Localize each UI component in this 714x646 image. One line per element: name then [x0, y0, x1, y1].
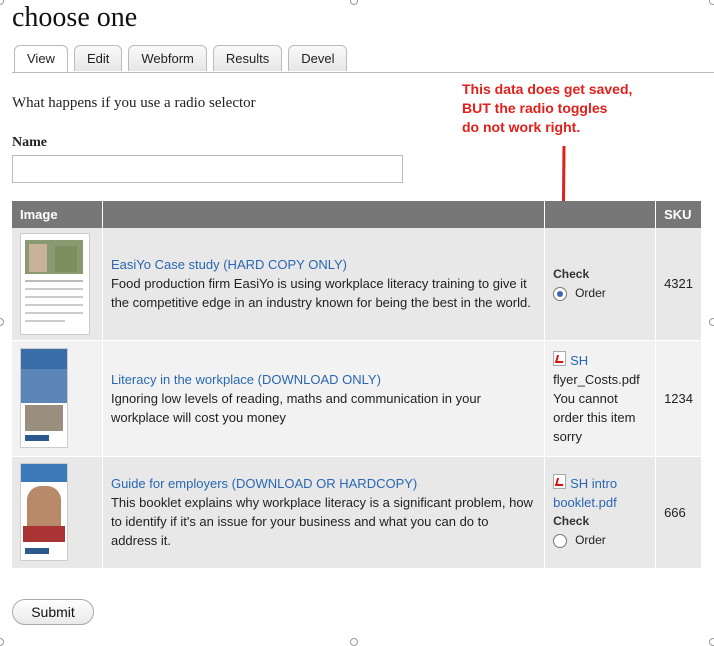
- column-header-image: Image: [12, 201, 103, 228]
- order-option[interactable]: Order: [553, 531, 647, 550]
- order-unavailable-note: You cannot order this item sorry: [553, 390, 636, 444]
- column-header-sku: SKU: [655, 201, 702, 228]
- image-cell: [12, 456, 103, 569]
- resize-handle-top-middle: [350, 0, 358, 5]
- file-link[interactable]: SH: [553, 350, 647, 370]
- file-link-text-1[interactable]: SH: [570, 353, 588, 368]
- table-row: EasiYo Case study (HARD COPY ONLY) Food …: [12, 228, 702, 341]
- submit-button[interactable]: Submit: [12, 599, 94, 625]
- image-cell: [12, 340, 103, 457]
- pdf-icon: [553, 350, 567, 366]
- product-thumbnail: [20, 232, 90, 335]
- resize-handle-bottom-right: [709, 638, 714, 646]
- pdf-icon: [553, 474, 567, 489]
- annotation-note: This data does get saved, BUT the radio …: [462, 80, 632, 137]
- product-title-link[interactable]: EasiYo Case study (HARD COPY ONLY): [111, 255, 536, 274]
- file-link[interactable]: SH intro: [553, 474, 647, 493]
- annotation-line: do not work right.: [462, 119, 581, 135]
- product-thumbnail: [20, 463, 68, 561]
- order-radio[interactable]: [553, 533, 568, 548]
- sku-cell: 666: [655, 456, 702, 569]
- product-description: Food production firm EasiYo is using wor…: [110, 276, 531, 311]
- options-cell: SH intro booklet.pdf Check Order: [544, 456, 657, 569]
- resize-handle-bottom-middle: [350, 638, 358, 646]
- product-description: This booklet explains why workplace lite…: [110, 495, 533, 548]
- annotation-line: BUT the radio toggles: [462, 100, 608, 116]
- tab-results[interactable]: Results: [212, 45, 283, 71]
- order-radio-label: Order: [575, 533, 606, 547]
- description-cell: EasiYo Case study (HARD COPY ONLY) Food …: [102, 228, 546, 341]
- product-title-link[interactable]: Guide for employers (DOWNLOAD OR HARDCOP…: [111, 474, 536, 493]
- file-link-text-2[interactable]: booklet.pdf: [553, 493, 647, 512]
- tab-devel[interactable]: Devel: [288, 45, 348, 71]
- sku-cell: 4321: [655, 228, 702, 341]
- description-cell: Literacy in the workplace (DOWNLOAD ONLY…: [102, 340, 546, 457]
- annotation-line: This data does get saved,: [462, 81, 633, 97]
- sku-cell: 1234: [655, 340, 702, 457]
- resize-handle-bottom-left: [0, 638, 4, 646]
- file-link-text-1[interactable]: SH intro: [570, 476, 617, 491]
- check-label: Check: [553, 514, 590, 528]
- resize-handle-top-left: [0, 0, 4, 5]
- check-label: Check: [553, 266, 590, 281]
- resize-handle-right-middle: [709, 318, 714, 326]
- tab-bar: View Edit Webform Results Devel: [14, 45, 353, 73]
- page-title: choose one: [12, 2, 138, 33]
- image-cell: [12, 228, 103, 341]
- product-title-link[interactable]: Literacy in the workplace (DOWNLOAD ONLY…: [111, 370, 536, 389]
- table-row: Guide for employers (DOWNLOAD OR HARDCOP…: [12, 456, 702, 569]
- name-label: Name: [12, 135, 47, 150]
- order-radio[interactable]: [553, 286, 568, 301]
- order-radio-label: Order: [575, 285, 606, 300]
- name-input[interactable]: [12, 155, 403, 183]
- table-row: Literacy in the workplace (DOWNLOAD ONLY…: [12, 340, 702, 457]
- intro-text: What happens if you use a radio selector: [12, 95, 256, 111]
- description-cell: Guide for employers (DOWNLOAD OR HARDCOP…: [102, 456, 546, 569]
- resize-handle-left-middle: [0, 318, 4, 326]
- product-thumbnail: [20, 348, 68, 448]
- file-link-text-2[interactable]: flyer_Costs.pdf: [553, 370, 647, 389]
- column-header-description: [102, 201, 546, 228]
- tab-webform[interactable]: Webform: [128, 45, 207, 71]
- options-cell: Check Order: [544, 228, 657, 341]
- options-cell: SH flyer_Costs.pdf You cannot order this…: [544, 340, 657, 457]
- order-option[interactable]: Order: [553, 284, 647, 303]
- resize-handle-top-right: [709, 0, 714, 5]
- tab-edit[interactable]: Edit: [73, 45, 123, 71]
- product-table: Image SKU EasiYo Case study (HARD COPY O…: [12, 201, 702, 569]
- product-description: Ignoring low levels of reading, maths an…: [110, 390, 481, 425]
- column-header-options: [544, 201, 657, 228]
- tab-divider: [12, 72, 714, 73]
- tab-view[interactable]: View: [14, 45, 68, 73]
